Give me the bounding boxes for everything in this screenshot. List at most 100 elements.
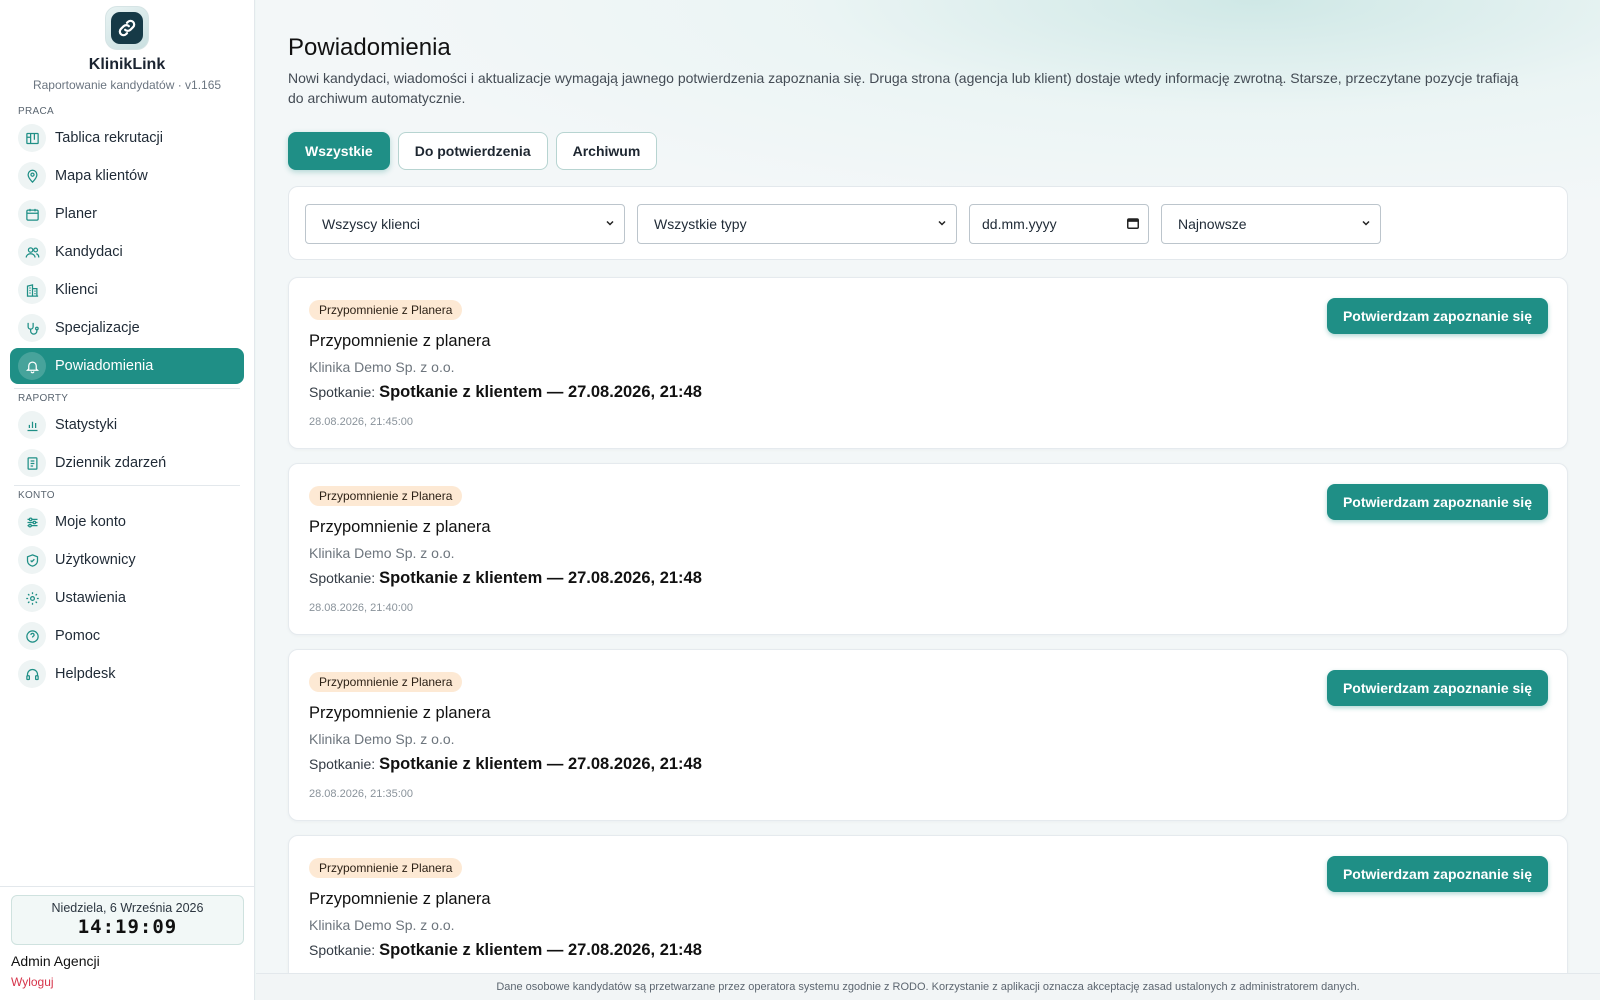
sidebar-item-helpdesk[interactable]: Helpdesk <box>10 656 244 692</box>
nav-section-praca: PRACA <box>18 106 54 117</box>
meeting-label: Spotkanie: <box>309 570 376 586</box>
sidebar-item-label: Moje konto <box>55 514 126 530</box>
log-icon <box>18 449 46 477</box>
sidebar-item-label: Tablica rekrutacji <box>55 130 163 146</box>
sidebar-item-label: Ustawienia <box>55 590 126 606</box>
notification-type-badge: Przypomnienie z Planera <box>309 300 463 320</box>
notification-meeting: Spotkanie: Spotkanie z klientem — 27.08.… <box>309 569 702 588</box>
page-description: Nowi kandydaci, wiadomości i aktualizacj… <box>288 70 1519 106</box>
sort-select[interactable]: Najnowsze <box>1161 204 1381 244</box>
sidebar-item-label: Użytkownicy <box>55 552 136 568</box>
notification-client: Klinika Demo Sp. z o.o. <box>309 917 455 933</box>
acknowledge-button[interactable]: Potwierdzam zapoznanie się <box>1326 856 1548 892</box>
tab-archiwum[interactable]: Archiwum <box>555 132 658 170</box>
notification-card: Przypomnienie z Planera Przypomnienie z … <box>288 649 1568 821</box>
headset-icon <box>18 660 46 688</box>
gear-icon <box>18 584 46 612</box>
sidebar-item-label: Powiadomienia <box>55 358 154 374</box>
notification-title: Przypomnienie z planera <box>309 518 491 536</box>
current-date: Niedziela, 6 Września 2026 <box>51 901 204 915</box>
sidebar-item-kandydaci[interactable]: Kandydaci <box>10 234 244 270</box>
notification-meeting: Spotkanie: Spotkanie z klientem — 27.08.… <box>309 941 702 960</box>
sidebar-item-specjalizacje[interactable]: Specjalizacje <box>10 310 244 346</box>
gdpr-footer-note: Dane osobowe kandydatów są przetwarzane … <box>256 973 1600 1000</box>
brand: KlinikLink Raportowanie kandydatów · v1.… <box>0 0 254 92</box>
type-filter-select[interactable]: Wszystkie typy <box>637 204 957 244</box>
users-icon <box>18 238 46 266</box>
notification-type-badge: Przypomnienie z Planera <box>309 858 463 878</box>
type-filter-value: Wszystkie typy <box>654 216 747 232</box>
sidebar-item-tablica-rekrutacji[interactable]: Tablica rekrutacji <box>10 120 244 156</box>
tab-do-potwierdzenia[interactable]: Do potwierdzenia <box>397 132 548 170</box>
acknowledge-button[interactable]: Potwierdzam zapoznanie się <box>1326 298 1548 334</box>
tab-bar: Wszystkie Do potwierdzenia Archiwum <box>288 132 658 170</box>
sidebar-item-ustawienia[interactable]: Ustawienia <box>10 580 244 616</box>
notification-card: Przypomnienie z Planera Przypomnienie z … <box>288 463 1568 635</box>
client-filter-select[interactable]: Wszyscy klienci <box>305 204 625 244</box>
calendar-icon <box>18 200 46 228</box>
sidebar-item-label: Kandydaci <box>55 244 123 260</box>
notification-client: Klinika Demo Sp. z o.o. <box>309 359 455 375</box>
tab-wszystkie[interactable]: Wszystkie <box>288 132 390 170</box>
sidebar-item-powiadomienia[interactable]: Powiadomienia <box>10 348 244 384</box>
logout-link[interactable]: Wyloguj <box>11 975 244 989</box>
sidebar-item-dziennik-zdarzen[interactable]: Dziennik zdarzeń <box>10 445 244 481</box>
notification-timestamp: 28.08.2026, 21:35:00 <box>309 788 413 800</box>
app-name: KlinikLink <box>88 56 166 73</box>
notification-title: Przypomnienie z planera <box>309 332 491 350</box>
sidebar-item-klienci[interactable]: Klienci <box>10 272 244 308</box>
meeting-value: Spotkanie z klientem — 27.08.2026, 21:48 <box>379 941 702 959</box>
main-content: Powiadomienia Nowi kandydaci, wiadomości… <box>256 0 1600 1000</box>
notification-type-badge: Przypomnienie z Planera <box>309 486 463 506</box>
acknowledge-button[interactable]: Potwierdzam zapoznanie się <box>1326 670 1548 706</box>
shield-icon <box>18 546 46 574</box>
date-filter-placeholder: dd.mm.yyyy <box>982 216 1057 232</box>
sidebar-item-mapa-klientow[interactable]: Mapa klientów <box>10 158 244 194</box>
filter-bar: Wszyscy klienci Wszystkie typy dd.mm.yyy… <box>288 186 1568 260</box>
sidebar-item-label: Dziennik zdarzeń <box>55 455 167 471</box>
sidebar-item-pomoc[interactable]: Pomoc <box>10 618 244 654</box>
acknowledge-button[interactable]: Potwierdzam zapoznanie się <box>1326 484 1548 520</box>
user-name: Admin Agencji <box>11 953 100 969</box>
meeting-label: Spotkanie: <box>309 384 376 400</box>
notification-type-badge: Przypomnienie z Planera <box>309 672 463 692</box>
meeting-value: Spotkanie z klientem — 27.08.2026, 21:48 <box>379 383 702 401</box>
sidebar-item-label: Specjalizacje <box>55 320 140 336</box>
calendar-icon[interactable] <box>1126 216 1140 233</box>
sidebar-item-statystyki[interactable]: Statystyki <box>10 407 244 443</box>
notification-card: Przypomnienie z Planera Przypomnienie z … <box>288 277 1568 449</box>
meeting-label: Spotkanie: <box>309 942 376 958</box>
bell-icon <box>18 352 46 380</box>
notification-timestamp: 28.08.2026, 21:40:00 <box>309 602 413 614</box>
sidebar-item-uzytkownicy[interactable]: Użytkownicy <box>10 542 244 578</box>
sliders-icon <box>18 508 46 536</box>
sidebar-item-label: Klienci <box>55 282 98 298</box>
sidebar-item-label: Mapa klientów <box>55 168 148 184</box>
current-time: 14:19:09 <box>77 916 178 938</box>
bar-chart-icon <box>18 411 46 439</box>
meeting-value: Spotkanie z klientem — 27.08.2026, 21:48 <box>379 569 702 587</box>
building-icon <box>18 276 46 304</box>
chevron-down-icon <box>604 217 616 232</box>
chevron-down-icon <box>1360 217 1372 232</box>
notification-timestamp: 28.08.2026, 21:45:00 <box>309 416 413 428</box>
sidebar-item-label: Helpdesk <box>55 666 116 682</box>
map-pin-icon <box>18 162 46 190</box>
link-icon[interactable] <box>105 6 149 50</box>
sidebar: KlinikLink Raportowanie kandydatów · v1.… <box>0 0 255 1000</box>
meeting-label: Spotkanie: <box>309 756 376 772</box>
notification-meeting: Spotkanie: Spotkanie z klientem — 27.08.… <box>309 383 702 402</box>
sidebar-item-moje-konto[interactable]: Moje konto <box>10 504 244 540</box>
divider <box>14 485 240 486</box>
sidebar-item-label: Planer <box>55 206 97 222</box>
page-title: Powiadomienia <box>288 34 451 61</box>
date-filter-input[interactable]: dd.mm.yyyy <box>969 204 1149 244</box>
sidebar-footer: Niedziela, 6 Września 2026 14:19:09 Admi… <box>0 886 255 1000</box>
client-filter-value: Wszyscy klienci <box>322 216 421 232</box>
sort-value: Najnowsze <box>1178 216 1247 232</box>
sidebar-item-label: Pomoc <box>55 628 101 644</box>
notification-client: Klinika Demo Sp. z o.o. <box>309 545 455 561</box>
meeting-value: Spotkanie z klientem — 27.08.2026, 21:48 <box>379 755 702 773</box>
sidebar-item-planer[interactable]: Planer <box>10 196 244 232</box>
chevron-down-icon <box>936 217 948 232</box>
